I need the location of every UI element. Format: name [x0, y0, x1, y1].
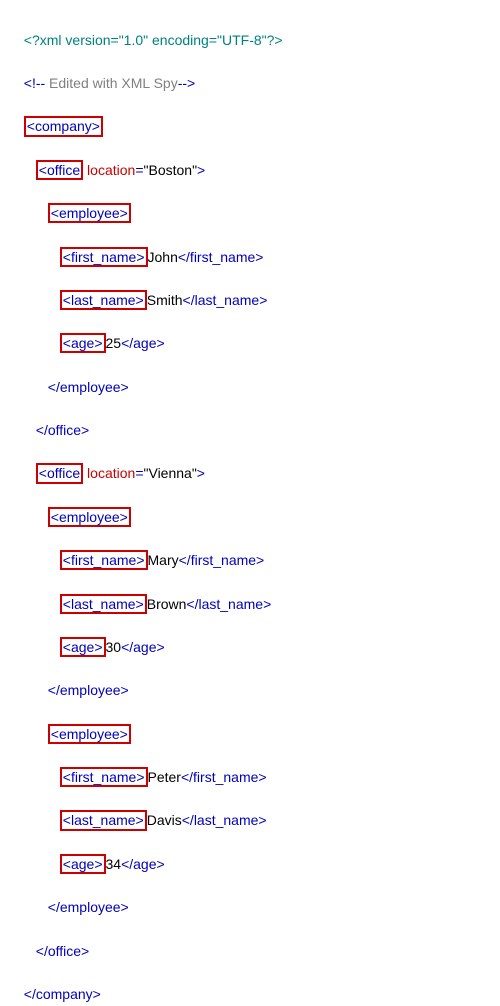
age-line: <age>30</age> — [16, 615, 484, 658]
age-open: <age> — [60, 854, 106, 874]
age-close: </age> — [121, 639, 165, 655]
loc-attr-name: location — [83, 162, 135, 178]
employee-open-tag: <employee> — [48, 507, 131, 527]
age-line: <age>25</age> — [16, 312, 484, 355]
last-name-line: <last_name>Smith</last_name> — [16, 268, 484, 311]
first-name-close: </first_name> — [181, 769, 267, 785]
last-name-open: <last_name> — [60, 594, 147, 614]
office-open-gt: > — [197, 162, 205, 178]
company-open-line: <company> — [16, 95, 484, 138]
office-close-line: </office> — [16, 919, 484, 962]
first-name-close: </first_name> — [179, 552, 265, 568]
first-name-value: Mary — [148, 552, 179, 568]
loc-attr-name: location — [83, 465, 135, 481]
first-name-value: Peter — [148, 769, 181, 785]
first-name-open: <first_name> — [60, 767, 148, 787]
last-name-value: Davis — [147, 812, 182, 828]
last-name-value: Brown — [147, 596, 187, 612]
company-open-tag: <company> — [24, 116, 103, 136]
age-close: </age> — [121, 335, 165, 351]
employee-open-line: <employee> — [16, 485, 484, 528]
employee-open-line: <employee> — [16, 702, 484, 745]
employee-close-line: </employee> — [16, 659, 484, 702]
last-name-close: </last_name> — [182, 812, 267, 828]
office-open-tag: <office — [36, 463, 83, 483]
loc-eq: = — [135, 162, 143, 178]
loc-value: "Boston" — [144, 162, 198, 178]
first-name-line: <first_name>John</first_name> — [16, 225, 484, 268]
age-value: 34 — [106, 856, 122, 872]
loc-eq: = — [135, 465, 143, 481]
employee-open-tag: <employee> — [48, 724, 131, 744]
employee-close-line: </employee> — [16, 876, 484, 919]
employee-close-line: </employee> — [16, 355, 484, 398]
last-name-open: <last_name> — [60, 290, 147, 310]
xml-declaration: <?xml version="1.0" encoding="UTF-8"?> — [16, 8, 484, 51]
first-name-open: <first_name> — [60, 247, 148, 267]
loc-value: "Vienna" — [144, 465, 197, 481]
age-open: <age> — [60, 333, 106, 353]
office-close-tag: </office> — [36, 422, 89, 438]
xml-comment: <!-- Edited with XML Spy--> — [16, 51, 484, 94]
office-close-line: </office> — [16, 398, 484, 441]
last-name-line: <last_name>Davis</last_name> — [16, 789, 484, 832]
first-name-open: <first_name> — [60, 550, 148, 570]
age-line: <age>34</age> — [16, 832, 484, 875]
age-value: 25 — [106, 335, 122, 351]
age-close: </age> — [121, 856, 165, 872]
last-name-line: <last_name>Brown</last_name> — [16, 572, 484, 615]
company-close-tag: </company> — [24, 986, 101, 1002]
comment-close: --> — [178, 75, 196, 91]
age-value: 30 — [106, 639, 122, 655]
office-open-gt: > — [197, 465, 205, 481]
last-name-close: </last_name> — [186, 596, 271, 612]
last-name-close: </last_name> — [183, 292, 268, 308]
employee-close-tag: </employee> — [48, 682, 129, 698]
last-name-open: <last_name> — [60, 810, 147, 830]
age-open: <age> — [60, 637, 106, 657]
office-close-tag: </office> — [36, 943, 89, 959]
employee-open-tag: <employee> — [48, 203, 131, 223]
employee-close-tag: </employee> — [48, 379, 129, 395]
comment-body: Edited with XML Spy — [45, 75, 178, 91]
office-open-tag: <office — [36, 160, 83, 180]
first-name-line: <first_name>Mary</first_name> — [16, 529, 484, 572]
company-close-line: </company> — [16, 962, 484, 1005]
first-name-line: <first_name>Peter</first_name> — [16, 745, 484, 788]
first-name-close: </first_name> — [178, 249, 264, 265]
last-name-value: Smith — [147, 292, 183, 308]
employee-open-line: <employee> — [16, 182, 484, 225]
first-name-value: John — [148, 249, 178, 265]
office-open-line: <office location="Boston"> — [16, 138, 484, 181]
comment-open: <!-- — [24, 75, 45, 91]
office-open-line: <office location="Vienna"> — [16, 442, 484, 485]
xml-decl-text: <?xml version="1.0" encoding="UTF-8"?> — [24, 32, 283, 48]
employee-close-tag: </employee> — [48, 899, 129, 915]
